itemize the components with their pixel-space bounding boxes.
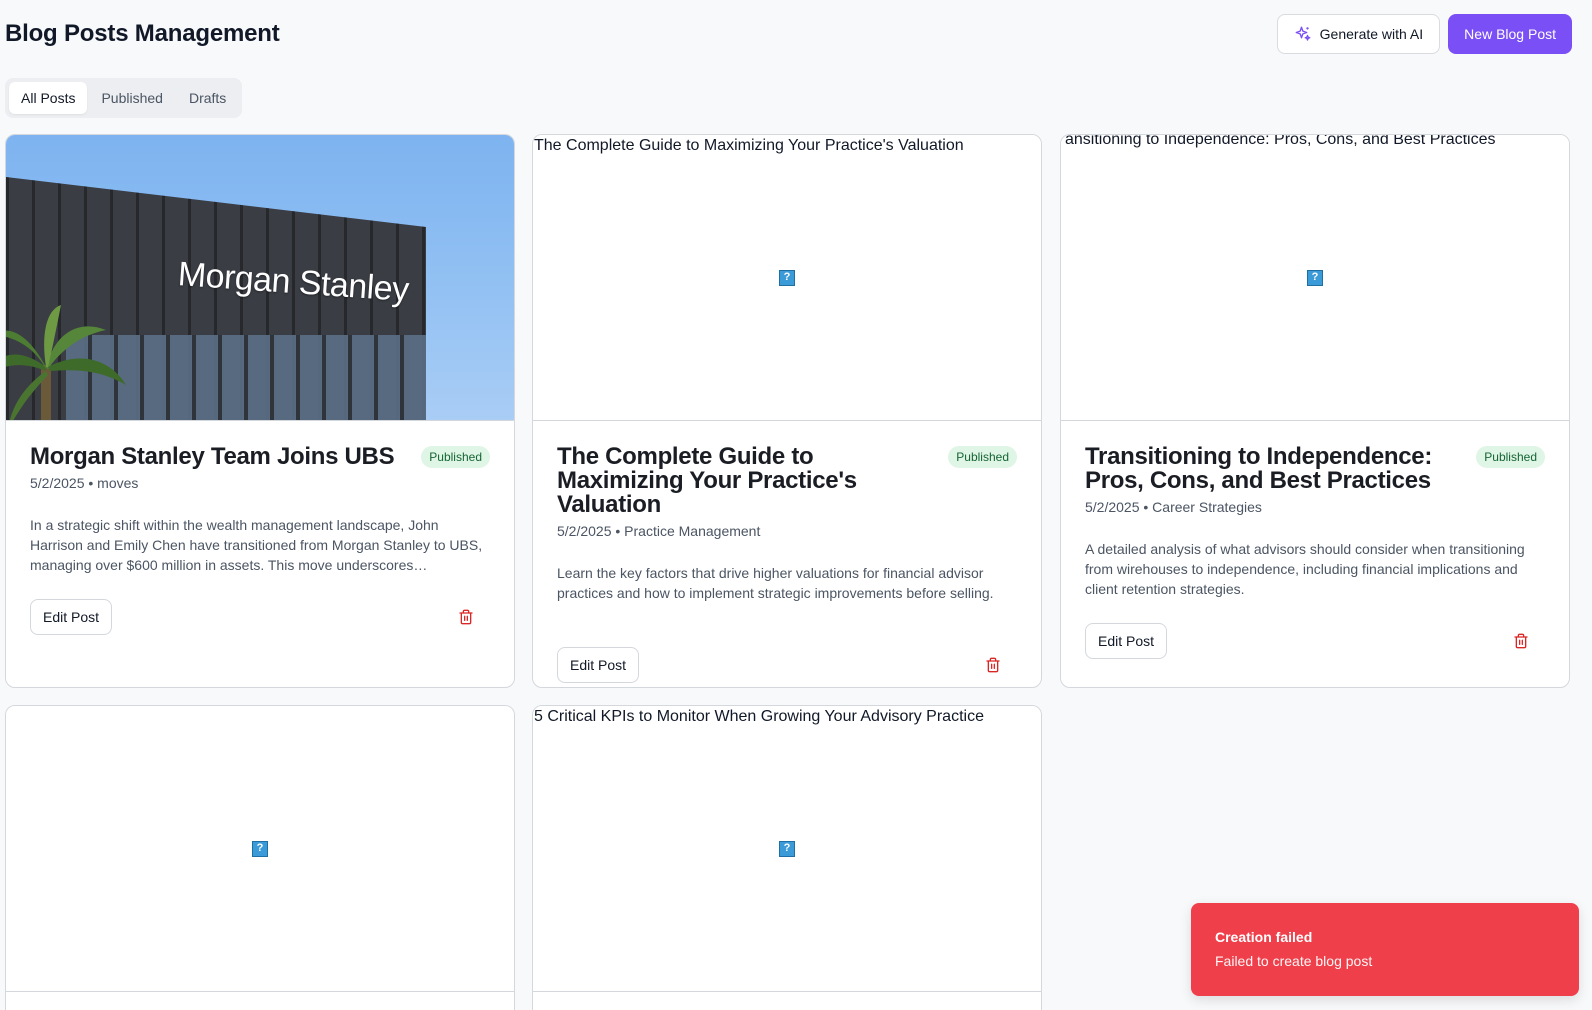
post-image: The Complete Guide to Maximizing Your Pr… [533,135,1041,421]
post-actions: Edit Post [30,599,490,635]
blog-post-card: The Complete Guide to Maximizing Your Pr… [532,134,1042,688]
status-badge: Published [948,446,1017,468]
post-body: Morgan Stanley Team Joins UBS Published … [6,421,514,659]
post-excerpt: In a strategic shift within the wealth m… [30,517,483,573]
status-tabs: All Posts Published Drafts [5,78,243,118]
status-badge: Published [1476,446,1545,468]
trash-icon [459,609,473,625]
toast-message: Failed to create blog post [1215,953,1373,969]
edit-post-button[interactable]: Edit Post [30,599,113,635]
broken-image-icon: ? [779,840,795,857]
trash-icon [986,657,1000,673]
post-header: Morgan Stanley Team Joins UBS Published [30,445,490,469]
generate-with-ai-label: Generate with AI [1319,26,1424,42]
toast-title: Creation failed [1215,929,1313,945]
post-image: Morgan Stanley [6,135,514,421]
post-header: The Complete Guide to Maximizing Your Pr… [557,445,1017,517]
header-actions: Generate with AI New Blog Post [1276,14,1572,54]
sparkles-icon [1295,26,1311,41]
post-excerpt: Learn the key factors that drive higher … [557,565,994,601]
blog-post-card: ? [5,705,515,1010]
status-badge: Published [421,446,490,468]
page-header: Blog Posts Management Generate with AI N… [5,14,1572,54]
trash-icon [1514,633,1528,649]
tab-all-posts[interactable]: All Posts [9,82,88,114]
edit-post-button[interactable]: Edit Post [1085,623,1168,659]
edit-post-button[interactable]: Edit Post [557,647,640,683]
broken-image-icon: ? [252,840,268,857]
palm-tree-icon [6,305,126,420]
post-title[interactable]: The Complete Guide to Maximizing Your Pr… [557,445,940,517]
post-actions: Edit Post [557,647,1017,683]
post-meta: 5/2/2025 • Practice Management [557,523,761,539]
new-blog-post-button[interactable]: New Blog Post [1448,14,1572,54]
post-image: ? [6,706,514,992]
post-image: ansitioning to Independence: Pros, Cons,… [1061,135,1569,421]
post-title[interactable]: Morgan Stanley Team Joins UBS [30,445,395,469]
image-alt-text: ansitioning to Independence: Pros, Cons,… [1065,135,1496,148]
post-body: The Complete Guide to Maximizing Your Pr… [533,421,1041,687]
post-meta: 5/2/2025 • moves [30,475,139,491]
generate-with-ai-button[interactable]: Generate with AI [1276,14,1441,54]
post-title[interactable]: Transitioning to Independence: Pros, Con… [1085,445,1468,493]
blog-posts-page: Blog Posts Management Generate with AI N… [0,0,1592,1010]
tab-drafts[interactable]: Drafts [177,82,238,114]
delete-post-button[interactable] [450,601,482,633]
post-meta: 5/2/2025 • Career Strategies [1085,499,1262,515]
post-body: Transitioning to Independence: Pros, Con… [1061,421,1569,683]
delete-post-button[interactable] [977,649,1009,681]
tab-published[interactable]: Published [89,82,175,114]
error-toast[interactable]: Creation failed Failed to create blog po… [1191,903,1579,996]
blog-post-card: Morgan Stanley Morgan Stanley Team Joins… [5,134,515,688]
post-excerpt: A detailed analysis of what advisors sho… [1085,541,1525,597]
delete-post-button[interactable] [1505,625,1537,657]
page-title: Blog Posts Management [5,20,280,47]
post-header: Transitioning to Independence: Pros, Con… [1085,445,1545,493]
morgan-stanley-building-photo: Morgan Stanley [6,135,514,420]
post-actions: Edit Post [1085,623,1545,659]
broken-image-icon: ? [1307,269,1323,286]
post-image: 5 Critical KPIs to Monitor When Growing … [533,706,1041,992]
blog-post-card: ansitioning to Independence: Pros, Cons,… [1060,134,1570,688]
image-alt-text: The Complete Guide to Maximizing Your Pr… [534,137,964,154]
broken-image-icon: ? [779,269,795,286]
image-alt-text: 5 Critical KPIs to Monitor When Growing … [534,708,984,725]
blog-post-card: 5 Critical KPIs to Monitor When Growing … [532,705,1042,1010]
